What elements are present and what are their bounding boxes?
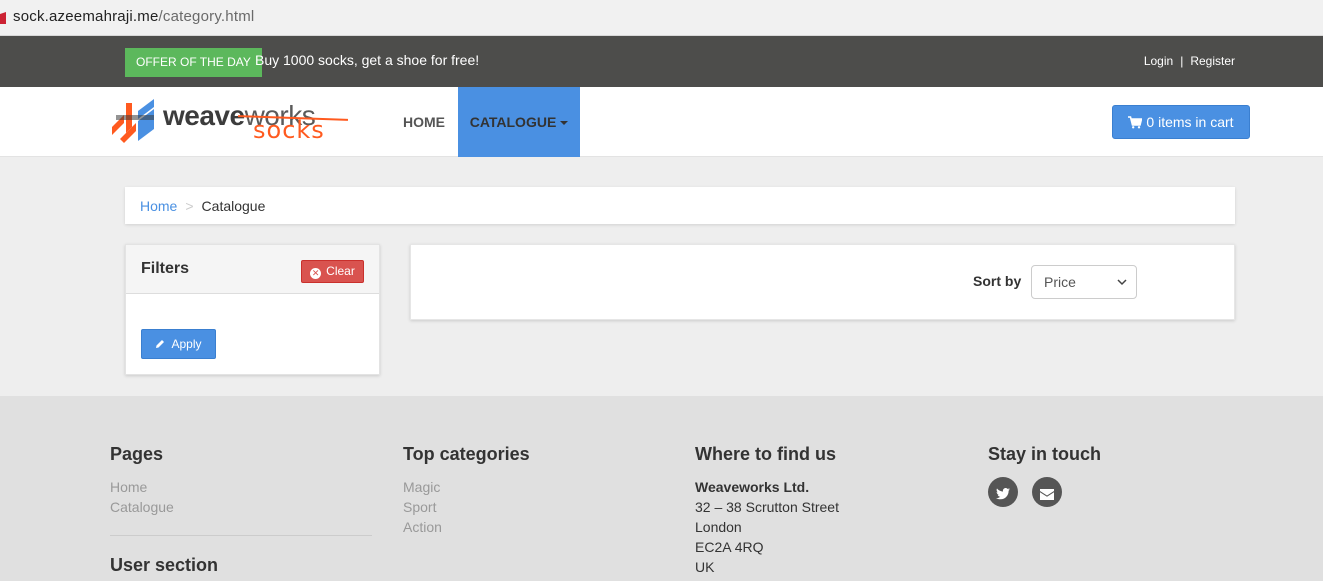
chevron-down-icon — [1117, 279, 1127, 286]
logo-socks: socks — [253, 116, 325, 144]
breadcrumb: Home > Catalogue — [125, 187, 1235, 224]
breadcrumb-home[interactable]: Home — [140, 198, 177, 214]
footer-categories-title: Top categories — [403, 444, 530, 464]
twitter-icon[interactable] — [988, 477, 1018, 507]
lock-icon — [0, 12, 6, 24]
footer-link-sport[interactable]: Sport — [403, 497, 530, 517]
footer-stay-title: Stay in touch — [988, 444, 1102, 464]
address-line: 32 – 38 Scrutton Street — [695, 499, 839, 515]
apply-label: Apply — [171, 337, 202, 351]
footer-user-section-title: User section — [110, 555, 219, 575]
cart-label: 0 items in cart — [1146, 114, 1234, 130]
cart-button[interactable]: 0 items in cart — [1112, 105, 1250, 139]
breadcrumb-current: Catalogue — [201, 198, 266, 214]
offer-text: Buy 1000 socks, get a shoe for free! — [255, 52, 480, 68]
footer-where: Where to find us Weaveworks Ltd. 32 – 38… — [695, 444, 839, 577]
footer-top-categories: Top categories Magic Sport Action — [403, 444, 530, 537]
account-links: Login | Register — [1144, 54, 1235, 68]
address-company: Weaveworks Ltd. — [695, 479, 810, 495]
breadcrumb-divider: > — [185, 198, 194, 214]
address-line: UK — [695, 559, 715, 575]
browser-url-bar[interactable]: sock.azeemahraji.me/category.html — [0, 0, 1323, 36]
offer-badge[interactable]: Offer of the day — [125, 48, 262, 77]
apply-filters-button[interactable]: Apply — [141, 329, 216, 359]
filters-panel: Filters ✕ Clear Apply — [125, 244, 380, 375]
clear-label: Clear — [326, 264, 355, 278]
url-path: /category.html — [158, 8, 255, 25]
nav-catalogue-label: Catalogue — [469, 114, 557, 130]
nav-catalogue[interactable]: Catalogue — [458, 87, 580, 157]
sort-select[interactable]: Price — [1031, 265, 1137, 299]
envelope-icon[interactable] — [1031, 477, 1062, 507]
pencil-icon — [156, 340, 165, 348]
login-link[interactable]: Login — [1144, 54, 1173, 68]
sort-selected-value: Price — [1044, 274, 1076, 290]
footer-link-home[interactable]: Home — [110, 477, 174, 497]
footer-pages: Pages Home Catalogue — [110, 444, 174, 517]
main-navbar: weaveworks socks Home Catalogue 0 items … — [0, 87, 1323, 157]
weaveworks-logo-mark — [112, 99, 154, 143]
account-separator: | — [1180, 54, 1184, 68]
nav-home[interactable]: Home — [389, 87, 459, 157]
weaveworks-logo[interactable]: weaveworks socks — [110, 97, 350, 147]
footer-stay-in-touch: Stay in touch — [988, 444, 1101, 507]
footer-where-title: Where to find us — [695, 444, 836, 464]
url-text[interactable]: sock.azeemahraji.me/category.html — [13, 8, 254, 25]
footer-divider — [110, 535, 372, 536]
footer-link-action[interactable]: Action — [403, 517, 530, 537]
footer-link-catalogue[interactable]: Catalogue — [110, 497, 174, 517]
footer-link-magic[interactable]: Magic — [403, 477, 530, 497]
shopping-cart-icon — [1128, 116, 1143, 129]
sort-panel: Sort by Price — [410, 244, 1235, 320]
logo-word-weave: weave — [163, 100, 245, 131]
filters-header: Filters ✕ Clear — [126, 245, 379, 294]
url-host: sock.azeemahraji.me — [13, 8, 159, 25]
sort-label: Sort by — [973, 273, 1022, 289]
clear-filters-button[interactable]: ✕ Clear — [301, 260, 364, 283]
register-link[interactable]: Register — [1190, 54, 1235, 68]
filters-title: Filters — [141, 260, 190, 277]
address-line: EC2A 4RQ — [695, 539, 764, 555]
footer-pages-title: Pages — [110, 444, 164, 464]
caret-down-icon — [560, 121, 569, 126]
address-line: London — [695, 519, 742, 535]
times-circle-icon: ✕ — [310, 268, 322, 279]
footer: Pages Home Catalogue User section Top ca… — [0, 396, 1323, 581]
offer-bar: Offer of the day Buy 1000 socks, get a s… — [0, 36, 1323, 87]
